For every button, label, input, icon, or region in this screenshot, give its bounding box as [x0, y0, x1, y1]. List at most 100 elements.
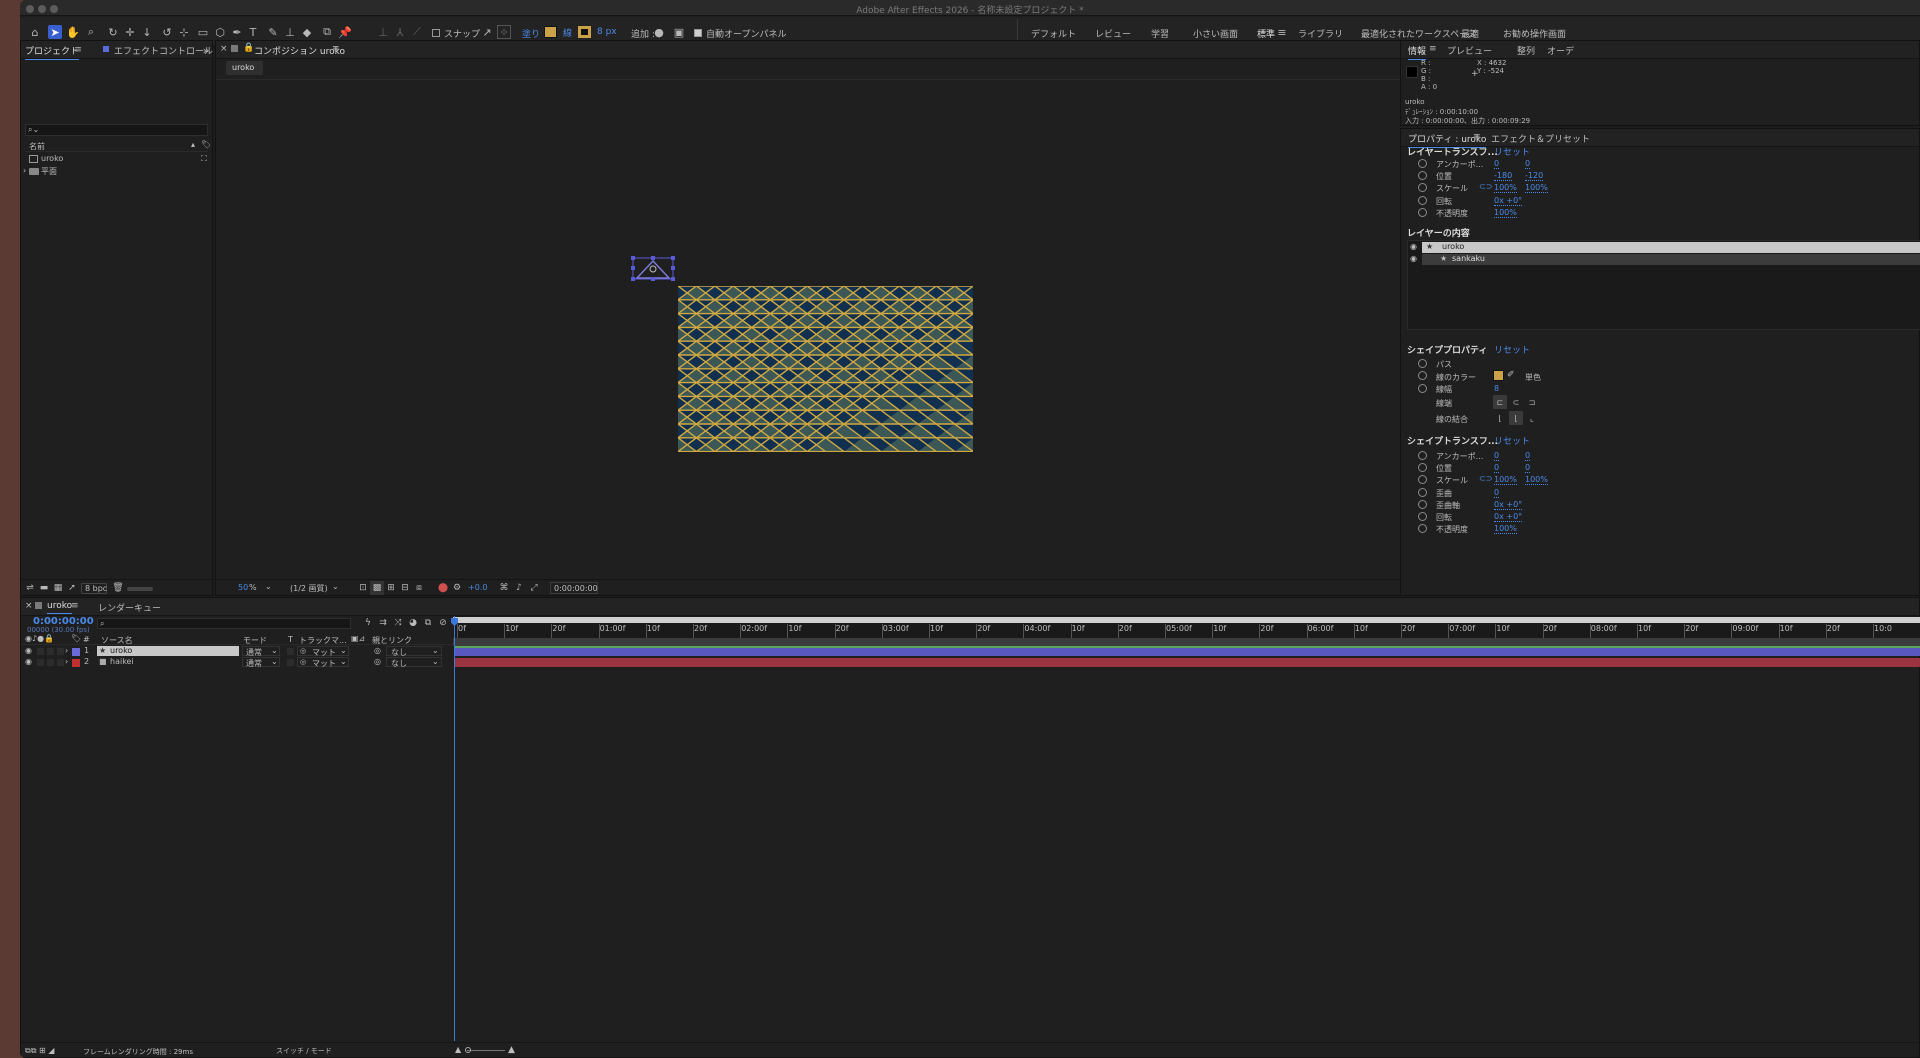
- work-area-bar[interactable]: [453, 617, 1920, 623]
- snap-options-icon[interactable]: ↗: [480, 25, 494, 39]
- table-row[interactable]: ◉ › 2 ■ haikei 通常 ⌄ ◎ マット ⌄ ◎ なし ⌄: [21, 657, 453, 668]
- stopwatch-icon[interactable]: [1418, 524, 1427, 534]
- clone-stamp-icon[interactable]: ⊥: [283, 25, 297, 39]
- property-value-1[interactable]: 0: [1494, 488, 1500, 498]
- property-value-1[interactable]: 0: [1494, 159, 1500, 169]
- property-value-2[interactable]: -120: [1525, 171, 1544, 182]
- pen-tool-icon[interactable]: ✒: [230, 25, 244, 39]
- butt-cap-icon[interactable]: ⊏: [1493, 395, 1507, 409]
- draft-3d-icon[interactable]: ϟ: [361, 616, 375, 630]
- project-item-solids-folder[interactable]: › 平面: [23, 165, 208, 179]
- shape-bounding-box[interactable]: [631, 256, 675, 282]
- interpret-footage-icon[interactable]: ⇌: [23, 581, 37, 595]
- expand-arrow-icon[interactable]: ›: [65, 657, 68, 666]
- chevron-down-icon[interactable]: ⌄: [332, 582, 339, 591]
- tab-timeline-uroko[interactable]: uroko: [47, 601, 73, 614]
- sort-ascending-icon[interactable]: ▴: [191, 140, 195, 149]
- workspace-libraries[interactable]: ライブラリ: [1298, 27, 1343, 40]
- track-matte-header[interactable]: トラックマ...: [299, 635, 347, 646]
- channel-icon[interactable]: ⧈: [412, 581, 426, 595]
- tab-audio[interactable]: オーデ: [1547, 44, 1574, 57]
- layer-label-color[interactable]: [72, 659, 80, 667]
- property-value-1[interactable]: 0: [1494, 451, 1500, 461]
- label-tag-icon[interactable]: 🏷: [201, 140, 211, 149]
- exposure-reset-icon[interactable]: ⚙: [450, 581, 464, 595]
- shape-options-icon[interactable]: ▣: [672, 25, 686, 39]
- panel-menu-icon[interactable]: ≡: [1473, 132, 1481, 142]
- property-value-1[interactable]: 100%: [1494, 475, 1517, 486]
- stopwatch-icon[interactable]: [1418, 207, 1427, 217]
- zoom-in-icon[interactable]: ▲: [508, 1045, 515, 1055]
- chevron-down-icon[interactable]: ⌄: [265, 582, 272, 591]
- workspace-recommended[interactable]: お勧め操作画面: [1503, 27, 1566, 40]
- blend-mode-select[interactable]: 通常 ⌄: [242, 646, 280, 657]
- property-value-1[interactable]: 100%: [1494, 183, 1517, 194]
- brush-tool-icon[interactable]: ✎: [266, 25, 280, 39]
- contents-item-sankaku[interactable]: ★ sankaku: [1422, 254, 1920, 265]
- round-join-icon[interactable]: ⌊: [1509, 411, 1523, 425]
- tab-render-queue[interactable]: レンダーキュー: [98, 601, 161, 614]
- tab-align[interactable]: 整列: [1517, 44, 1535, 57]
- puppet-pin-icon[interactable]: 📌: [338, 25, 352, 39]
- property-value-1[interactable]: 100%: [1494, 524, 1517, 535]
- shape-properties-reset[interactable]: リセット: [1494, 343, 1530, 356]
- current-time-field[interactable]: 0:00:00:00: [550, 582, 598, 594]
- panel-menu-icon[interactable]: ≡: [71, 43, 85, 57]
- panel-menu-icon[interactable]: ≡: [1429, 44, 1437, 54]
- blend-mode-select[interactable]: 通常 ⌄: [242, 657, 280, 668]
- workspace-review[interactable]: レビュー: [1095, 27, 1131, 40]
- snap-feature-icon[interactable]: ⁘: [497, 25, 511, 39]
- zoom-out-icon[interactable]: ▲: [455, 1045, 461, 1054]
- property-value-2[interactable]: 100%: [1525, 475, 1548, 486]
- name-column-header[interactable]: 名前: [29, 141, 45, 152]
- zoom-tool-icon[interactable]: ⌕: [84, 25, 98, 39]
- expand-arrow-icon[interactable]: ›: [65, 646, 68, 655]
- close-tab-icon[interactable]: ×: [25, 601, 33, 611]
- stopwatch-icon[interactable]: [1418, 451, 1427, 460]
- property-value-1[interactable]: 0: [1494, 463, 1500, 474]
- eye-icon[interactable]: ◉: [25, 646, 32, 655]
- trash-icon[interactable]: 🗑: [111, 581, 125, 595]
- bit-depth-button[interactable]: 8 bpc: [81, 583, 107, 594]
- workspace-menu-icon[interactable]: ≡: [1275, 25, 1289, 39]
- workspace-optimal[interactable]: 最適: [1461, 27, 1479, 40]
- lock-toggle[interactable]: [57, 648, 64, 655]
- auto-open-checkbox[interactable]: [694, 29, 702, 37]
- local-axis-icon[interactable]: ⊥: [376, 25, 390, 39]
- projecting-cap-icon[interactable]: ⊐: [1525, 395, 1539, 409]
- add-menu-icon[interactable]: ●: [652, 25, 666, 39]
- workspace-learn[interactable]: 学習: [1151, 27, 1169, 40]
- thumbnail-slider[interactable]: [127, 587, 153, 591]
- more-tabs-icon[interactable]: »: [199, 43, 213, 57]
- selection-tool-icon[interactable]: ➤: [48, 25, 62, 39]
- property-value-1[interactable]: 0x +0°: [1494, 500, 1523, 510]
- shape-transform-reset[interactable]: リセット: [1494, 434, 1530, 447]
- stopwatch-icon[interactable]: [1418, 171, 1427, 181]
- stopwatch-icon[interactable]: [1418, 475, 1427, 485]
- time-zoom-knob[interactable]: [465, 1047, 471, 1053]
- tab-preview[interactable]: プレビュー: [1447, 44, 1492, 57]
- stroke-color-swatch[interactable]: [1493, 370, 1504, 381]
- pan-camera-icon[interactable]: ✛: [123, 25, 137, 39]
- layer-bar-haikei[interactable]: [454, 658, 1920, 667]
- view-axis-icon[interactable]: ⟋: [410, 25, 424, 39]
- workspace-optimized[interactable]: 最適化されたワークスペース: [1361, 27, 1477, 40]
- type-tool-icon[interactable]: T: [246, 25, 260, 39]
- layer-transform-reset[interactable]: リセット: [1494, 145, 1530, 158]
- project-settings-icon[interactable]: ➚: [65, 581, 79, 595]
- roto-brush-icon[interactable]: ⧉: [320, 25, 334, 39]
- stopwatch-icon[interactable]: [1418, 512, 1427, 521]
- switch-mode-toggle[interactable]: スイッチ / モード: [276, 1046, 332, 1056]
- frame-blending-icon[interactable]: ⤨: [391, 616, 405, 630]
- stroke-color-swatch[interactable]: [578, 26, 591, 38]
- fast-previews-icon[interactable]: ⤢: [527, 581, 541, 595]
- source-column-header[interactable]: ソース名: [101, 635, 133, 646]
- grid-guides-icon[interactable]: ⊟: [398, 581, 412, 595]
- rectangle-tool-icon[interactable]: ▭: [196, 25, 210, 39]
- dolly-camera-icon[interactable]: ↓: [140, 25, 154, 39]
- time-ruler[interactable]: 0f 10f 20f 01:00f 10f 20f 02:00f 10f 20f…: [453, 616, 1920, 638]
- close-tab-icon[interactable]: ×: [220, 44, 228, 54]
- lock-toggle[interactable]: [57, 659, 64, 666]
- fill-label[interactable]: 塗り: [522, 27, 540, 40]
- stopwatch-icon[interactable]: [1418, 463, 1427, 473]
